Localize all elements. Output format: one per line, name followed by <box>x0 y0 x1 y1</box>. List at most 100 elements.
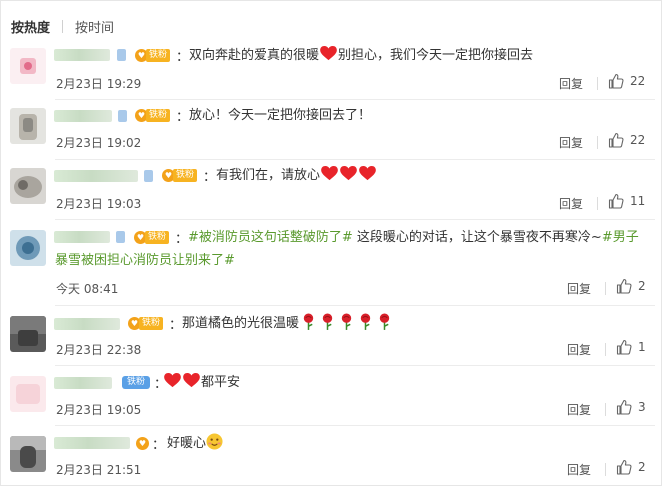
verified-icon <box>144 170 153 182</box>
like-count: 2 <box>638 279 646 293</box>
thumbs-up-icon <box>616 399 632 415</box>
action-divider <box>597 136 598 149</box>
comment-text-line2: 暴雪被困担心消防员让别来了# <box>55 250 235 272</box>
avatar[interactable] <box>10 376 46 412</box>
comment-text: 放心！今天一定把你接回去了！ <box>189 108 372 123</box>
fan-badge: 铁粉 <box>122 375 151 390</box>
colon: ： <box>176 50 190 65</box>
reply-button[interactable]: 回复 <box>559 75 583 92</box>
comment-date: 今天 08:41 <box>56 282 119 296</box>
like-count: 11 <box>630 194 646 208</box>
thumbs-up-icon <box>616 278 632 294</box>
comment-text: 双向奔赴的爱真的很暖 别担心，我们今天一定把你接回去 <box>189 46 534 63</box>
like-button[interactable]: 11 <box>608 193 645 209</box>
smile-emoji-icon <box>206 433 223 450</box>
colon: ： <box>175 232 189 247</box>
like-button[interactable]: 2 <box>616 459 646 475</box>
comment-item: ♥ 铁粉 ： 有我们在，请放心 2月23日 19:03 回复 11 <box>1 160 662 220</box>
fan-badge: ♥ 铁粉 <box>135 108 171 123</box>
fan-badge: ♥ <box>136 436 149 451</box>
like-button[interactable]: 1 <box>616 339 646 355</box>
thumbs-up-icon <box>608 73 624 89</box>
like-button[interactable]: 3 <box>616 399 646 415</box>
username[interactable] <box>54 49 110 61</box>
comment-date: 2月23日 19:03 <box>56 197 142 211</box>
username[interactable] <box>54 110 112 122</box>
fan-badge: ♥ 铁粉 <box>162 168 198 183</box>
username[interactable] <box>54 437 130 449</box>
rose-icon <box>341 313 352 330</box>
action-divider <box>605 343 606 356</box>
colon: ： <box>176 110 190 125</box>
verified-icon <box>116 231 125 243</box>
reply-button[interactable]: 回复 <box>559 195 583 212</box>
like-count: 3 <box>638 400 646 414</box>
sort-by-hot-tab[interactable]: 按热度 <box>11 17 50 36</box>
reply-button[interactable]: 回复 <box>567 461 591 478</box>
rose-icon <box>360 313 371 330</box>
comment-item: ♥ ： 好暖心 2月23日 21:51 回复 2 <box>1 426 662 486</box>
username[interactable] <box>54 231 110 243</box>
action-divider <box>605 282 606 295</box>
rose-icon <box>322 313 333 330</box>
like-count: 22 <box>630 74 646 88</box>
topic-link[interactable]: #男子 <box>602 230 639 245</box>
sort-by-time-tab[interactable]: 按时间 <box>75 17 114 36</box>
colon: ： <box>152 438 166 453</box>
comment-date: 2月23日 19:05 <box>56 403 142 417</box>
comment-panel: 按热度 按时间 ♥ 铁粉 ： 双向奔赴的爱真的很暖 别担心，我们今天一定把你接回去 … <box>0 0 662 486</box>
red-heart-icon <box>183 373 200 388</box>
username[interactable] <box>54 377 112 389</box>
colon: ： <box>203 170 217 185</box>
reply-button[interactable]: 回复 <box>567 341 591 358</box>
comment-text: 有我们在，请放心 <box>216 165 377 187</box>
avatar[interactable] <box>10 230 46 266</box>
comment-date: 2月23日 19:29 <box>56 77 142 91</box>
like-button[interactable]: 22 <box>608 132 645 148</box>
verified-icon <box>117 49 126 61</box>
sort-bar: 按热度 按时间 <box>11 17 114 36</box>
action-divider <box>597 77 598 90</box>
red-heart-icon <box>164 373 181 388</box>
action-divider <box>605 463 606 476</box>
avatar[interactable] <box>10 168 46 204</box>
red-heart-icon <box>340 166 357 181</box>
avatar[interactable] <box>10 48 46 84</box>
avatar[interactable] <box>10 316 46 352</box>
comment-item: ♥ 铁粉 ： 那道橘色的光很温暖 2月23日 22:38 回复 1 <box>1 306 662 366</box>
fan-badge: ♥ 铁粉 <box>128 316 164 331</box>
username[interactable] <box>54 170 138 182</box>
like-button[interactable]: 22 <box>608 73 645 89</box>
rose-icon <box>303 313 314 330</box>
like-count: 2 <box>638 460 646 474</box>
sort-divider <box>62 19 64 33</box>
fan-badge: ♥ 铁粉 <box>135 48 171 63</box>
comment-text: #被消防员这句话整破防了# 这段暖心的对话，让这个暴雪夜不再寒冷~#男子 <box>188 230 639 245</box>
topic-link[interactable]: #被消防员这句话整破防了# <box>188 230 353 245</box>
heart-badge-icon: ♥ <box>136 437 149 450</box>
colon: ： <box>169 318 183 333</box>
like-button[interactable]: 2 <box>616 278 646 294</box>
reply-button[interactable]: 回复 <box>567 401 591 418</box>
rose-icon <box>379 313 390 330</box>
like-count: 22 <box>630 133 646 147</box>
avatar[interactable] <box>10 436 46 472</box>
comment-item: ♥ 铁粉 ： 双向奔赴的爱真的很暖 别担心，我们今天一定把你接回去 2月23日 19… <box>1 41 662 100</box>
fan-badge: ♥ 铁粉 <box>134 230 170 245</box>
comment-item: 铁粉 ： 都平安 2月23日 19:05 回复 3 <box>1 366 662 426</box>
avatar[interactable] <box>10 108 46 144</box>
topic-link[interactable]: 暴雪被困担心消防员让别来了# <box>55 253 235 268</box>
comment-date: 2月23日 22:38 <box>56 343 142 357</box>
reply-button[interactable]: 回复 <box>567 280 591 297</box>
username[interactable] <box>54 318 120 330</box>
comment-text: 好暖心 <box>167 433 223 455</box>
red-heart-icon <box>321 166 338 181</box>
comment-date: 2月23日 19:02 <box>56 136 142 150</box>
verified-icon <box>118 110 127 122</box>
comment-item: ♥ 铁粉 ： 放心！今天一定把你接回去了！ 2月23日 19:02 回复 22 <box>1 100 662 160</box>
reply-button[interactable]: 回复 <box>559 134 583 151</box>
thumbs-up-icon <box>616 339 632 355</box>
action-divider <box>597 197 598 210</box>
comment-text: 都平安 <box>163 372 240 394</box>
thumbs-up-icon <box>616 459 632 475</box>
